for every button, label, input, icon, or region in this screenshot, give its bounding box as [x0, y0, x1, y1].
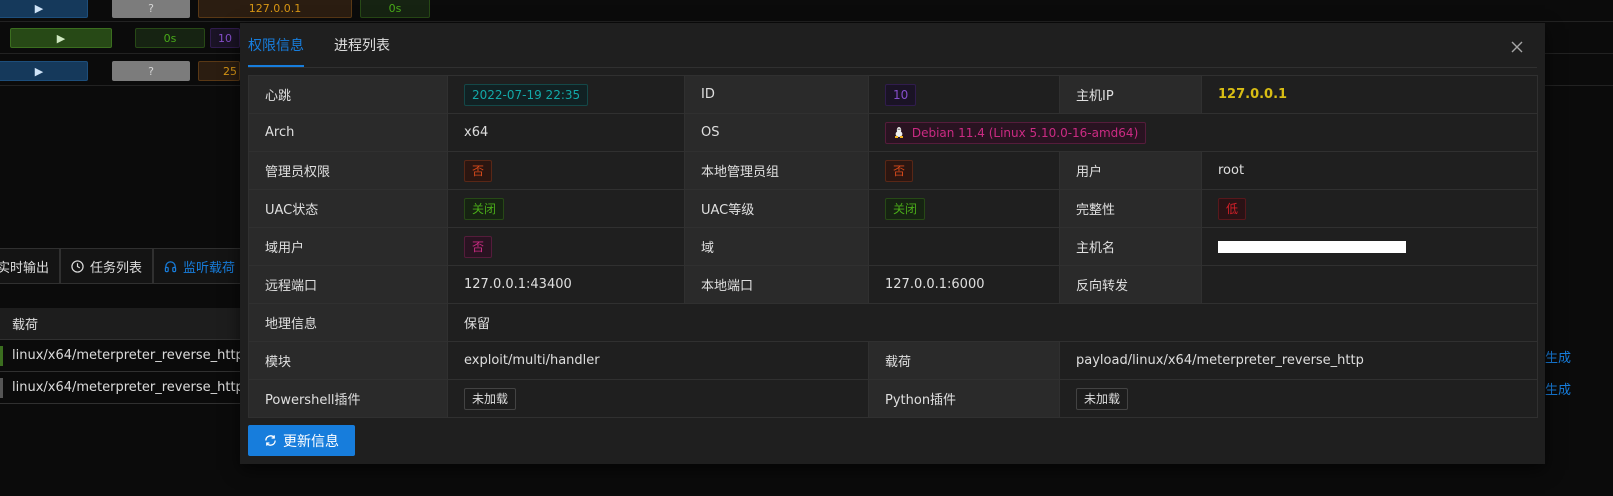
domain-value	[868, 227, 1060, 266]
time-tag: 0s	[135, 28, 205, 48]
local-admin-label: 本地管理员组	[684, 151, 869, 190]
module-label: 模块	[248, 341, 448, 380]
session-info-modal: 权限信息 进程列表 心跳 2022-07-19 22:35 ID 10 主机IP…	[240, 23, 1545, 464]
table-row: 地理信息 保留	[248, 303, 1538, 342]
local-port-value: 127.0.0.1:6000	[868, 265, 1060, 304]
table-row: 远程端口 127.0.0.1:43400 本地端口 127.0.0.1:6000…	[248, 265, 1538, 304]
heartbeat-tag: 2022-07-19 22:35	[464, 83, 589, 106]
host-ip-value: 127.0.0.1	[1218, 87, 1288, 102]
hostname-redacted	[1218, 240, 1406, 253]
status-mark	[0, 378, 3, 398]
table-header: 载荷	[0, 308, 260, 340]
table-row: 模块 exploit/multi/handler 载荷 payload/linu…	[248, 341, 1538, 380]
domain-user-label: 域用户	[248, 227, 448, 266]
payload-table: 载荷 linux/x64/meterpreter_reverse_http li…	[0, 308, 260, 404]
table-row: 心跳 2022-07-19 22:35 ID 10 主机IP 127.0.0.1	[248, 75, 1538, 114]
uac-status-label: UAC状态	[248, 189, 448, 228]
geo-label: 地理信息	[248, 303, 448, 342]
id-tag: 10	[210, 28, 240, 48]
remote-port-label: 远程端口	[248, 265, 448, 304]
uac-level-label: UAC等级	[684, 189, 869, 228]
admin-tag: 否	[464, 159, 493, 182]
domain-label: 域	[684, 227, 869, 266]
tab-label: 监听载荷	[183, 260, 236, 276]
os-label: OS	[684, 113, 869, 152]
unknown-badge: ?	[112, 0, 190, 18]
headphones-icon	[164, 260, 177, 272]
id-label: ID	[684, 75, 869, 114]
table-row: UAC状态 关闭 UAC等级 关闭 完整性 低	[248, 189, 1538, 228]
table-row[interactable]: linux/x64/meterpreter_reverse_http	[0, 372, 260, 404]
payload-value: payload/linux/x64/meterpreter_reverse_ht…	[1059, 341, 1538, 380]
domain-user-tag: 否	[464, 235, 493, 258]
local-admin-tag: 否	[885, 159, 914, 182]
os-tag: Debian 11.4 (Linux 5.10.0-16-amd64)	[885, 121, 1147, 144]
powershell-label: Powershell插件	[248, 379, 448, 418]
generate-link[interactable]: 生成	[1545, 379, 1571, 398]
tab-permission-info[interactable]: 权限信息	[248, 23, 304, 67]
play-button[interactable]: ▶	[0, 0, 88, 18]
reverse-forward-value	[1201, 265, 1538, 304]
geo-value: 保留	[447, 303, 1538, 342]
hostname-label: 主机名	[1059, 227, 1202, 266]
arch-label: Arch	[248, 113, 448, 152]
sync-icon	[265, 435, 276, 446]
play-button[interactable]: ▶	[10, 28, 112, 48]
os-value: Debian 11.4 (Linux 5.10.0-16-amd64)	[911, 125, 1139, 140]
table-row: Powershell插件 未加载 Python插件 未加载	[248, 379, 1538, 418]
heartbeat-label: 心跳	[248, 75, 448, 114]
ip-tag: 127.0.0.1	[198, 0, 352, 18]
bg-session-row[interactable]: ▶ ? 127.0.0.1 0s	[0, 0, 1613, 22]
reverse-forward-label: 反向转发	[1059, 265, 1202, 304]
integrity-label: 完整性	[1059, 189, 1202, 228]
bottom-tabs: 实时输出 任务列表 监听载荷	[0, 248, 247, 284]
integrity-tag: 低	[1218, 197, 1247, 220]
uac-status-tag: 关闭	[464, 197, 505, 220]
payload-label: 载荷	[868, 341, 1060, 380]
table-row: Arch x64 OS Debian 11.4 (Linux 5.10.0-16…	[248, 113, 1538, 152]
unknown-badge: ?	[112, 61, 190, 81]
tab-process-list[interactable]: 进程列表	[334, 23, 390, 67]
tab-realtime-output[interactable]: 实时输出	[0, 248, 61, 284]
host-ip-label: 主机IP	[1059, 75, 1202, 114]
value-tag: 25	[198, 61, 240, 81]
powershell-tag: 未加载	[464, 387, 517, 410]
table-row[interactable]: linux/x64/meterpreter_reverse_http	[0, 340, 260, 372]
payload-cell: linux/x64/meterpreter_reverse_http	[12, 380, 244, 395]
status-mark	[0, 346, 3, 366]
tab-listener-payload[interactable]: 监听载荷	[153, 248, 247, 284]
uac-level-tag: 关闭	[885, 197, 926, 220]
python-label: Python插件	[868, 379, 1060, 418]
time-tag: 0s	[360, 0, 430, 18]
info-table: 心跳 2022-07-19 22:35 ID 10 主机IP 127.0.0.1…	[248, 75, 1538, 418]
local-port-label: 本地端口	[684, 265, 869, 304]
id-tag: 10	[885, 83, 917, 106]
refresh-label: 更新信息	[283, 433, 339, 450]
payload-cell: linux/x64/meterpreter_reverse_http	[12, 348, 244, 363]
refresh-info-button[interactable]: 更新信息	[248, 425, 355, 456]
clock-icon	[71, 259, 84, 273]
python-tag: 未加载	[1076, 387, 1129, 410]
user-value: root	[1201, 151, 1538, 190]
close-icon[interactable]	[1509, 39, 1525, 55]
play-button[interactable]: ▶	[0, 61, 88, 81]
module-value: exploit/multi/handler	[447, 341, 869, 380]
tab-task-list[interactable]: 任务列表	[60, 248, 154, 284]
arch-value: x64	[447, 113, 685, 152]
generate-link[interactable]: 生成	[1545, 347, 1571, 366]
table-row: 管理员权限 否 本地管理员组 否 用户 root	[248, 151, 1538, 190]
modal-tabs: 权限信息 进程列表	[248, 23, 390, 67]
tabs-divider	[248, 67, 1537, 68]
table-row: 域用户 否 域 主机名	[248, 227, 1538, 266]
admin-label: 管理员权限	[248, 151, 448, 190]
tab-label: 任务列表	[90, 260, 143, 276]
remote-port-value: 127.0.0.1:43400	[447, 265, 685, 304]
tab-label: 实时输出	[0, 260, 50, 276]
user-label: 用户	[1059, 151, 1202, 190]
linux-icon	[895, 126, 903, 138]
